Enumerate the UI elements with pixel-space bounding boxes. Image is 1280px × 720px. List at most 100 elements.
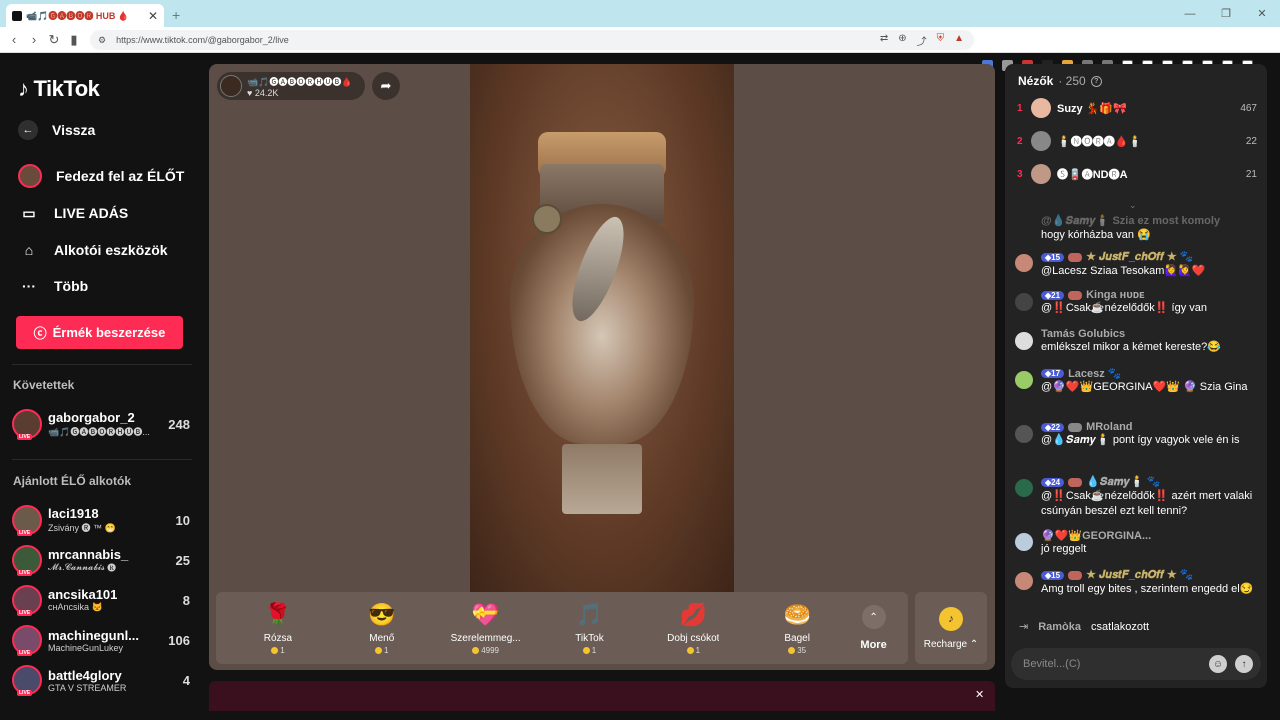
avatar: LIVE	[12, 665, 42, 696]
chat-message: ◆21 Kinga ʜᴜᴅᴇ @‼️Csak☕nézelődők‼️ így va…	[1015, 289, 1255, 316]
get-coins-button[interactable]: ⓒ Érmék beszerzése	[16, 316, 183, 349]
fan-badge-icon	[1068, 290, 1083, 300]
chat-input-wrapper: ☺ ↑	[1011, 648, 1261, 680]
recommended-item[interactable]: LIVE ancsika101 ᴄнAncsika 😾 8	[12, 583, 190, 617]
top-viewer-row[interactable]: 1 Suzy 💃🎁🎀 467	[1017, 97, 1257, 119]
close-tab-icon[interactable]: ✕	[148, 9, 158, 23]
restore-icon[interactable]: ❐	[1208, 7, 1244, 20]
avatar-icon	[18, 164, 42, 188]
divider	[12, 364, 192, 365]
close-banner-icon[interactable]: ✕	[975, 688, 984, 701]
host-name: 📹🎵🅖🅐🅑🅞🅡🅗🅤🅑🩸	[247, 76, 353, 87]
tiktok-gift-icon: 🎵	[575, 602, 604, 627]
avatar[interactable]	[1015, 425, 1033, 443]
back-icon[interactable]: ‹	[4, 32, 24, 47]
nav-live[interactable]: ▭ LIVE ADÁS	[18, 202, 128, 224]
gift-item[interactable]: 🎵 TikTok 1	[538, 601, 642, 655]
avatar[interactable]	[1015, 479, 1033, 497]
bookmark-icon[interactable]: ▮	[64, 32, 84, 48]
camera-icon: ▭	[22, 204, 36, 221]
following-title: Követettek	[13, 378, 75, 392]
bagel-icon: 🥯	[783, 602, 811, 627]
live-video[interactable]	[470, 64, 734, 592]
url-box[interactable]: ⚙ https://www.tiktok.com/@gaborgabor_2/l…	[90, 30, 974, 50]
translate-icon[interactable]: ⇄	[880, 33, 888, 48]
viewers-header[interactable]: Nézők · 250 ?	[1018, 74, 1102, 88]
site-info-icon[interactable]: ⚙	[98, 35, 106, 46]
avatar[interactable]	[1015, 332, 1033, 350]
chat-message: ◆17 Lacesz 🐾 @🔮❤️👑GEORGINA❤️👑 🔮 Szia Gina	[1015, 367, 1255, 395]
avatar[interactable]	[1015, 293, 1033, 311]
reload-icon[interactable]: ↻	[44, 32, 64, 48]
jar-base-shape	[562, 444, 642, 514]
browser-tab[interactable]: 📹🎵🅖🅐🅑🅞🅡 HUB 🩸 ✕	[6, 4, 164, 27]
chat-message: ◆24 💧𝑺𝒂𝒎𝒚🕯️ 🐾 @‼️Csak☕nézelődők‼️ azért m…	[1015, 475, 1255, 519]
nav-explore-live[interactable]: Fedezd fel az ÉLŐT	[18, 164, 184, 188]
nav-back[interactable]: ← Vissza	[18, 120, 95, 140]
zoom-icon[interactable]: ⊕	[898, 33, 906, 48]
sunglasses-icon: 😎	[368, 602, 396, 627]
info-icon[interactable]: ?	[1090, 75, 1102, 87]
close-window-icon[interactable]: ✕	[1244, 7, 1280, 20]
avatar[interactable]	[1015, 254, 1033, 272]
avatar[interactable]	[1015, 572, 1033, 590]
nav-creator-tools[interactable]: ⌂ Alkotói eszközök	[18, 239, 168, 261]
host-info[interactable]: 📹🎵🅖🅐🅑🅞🅡🅗🅤🅑🩸 ♥ 24.2K	[217, 72, 365, 100]
gift-item[interactable]: 💝 Szerelemmeg... 4999	[434, 601, 538, 655]
share-icon[interactable]: ➦	[372, 72, 400, 100]
avatar[interactable]	[1015, 533, 1033, 551]
gift-item[interactable]: 😎 Menő 1	[330, 601, 434, 655]
avatar	[1031, 131, 1051, 151]
tiktok-logo[interactable]: ♪ TikTok	[18, 76, 100, 102]
share-icon[interactable]: ⤴	[917, 33, 927, 48]
top-viewer-row[interactable]: 2 🕯️🅝🅞🅡🅐🩸🕯️ 22	[1017, 130, 1257, 152]
kiss-icon: 💋	[679, 602, 707, 627]
recommended-item[interactable]: LIVE battle4glory GTA V STREAMER 4	[12, 663, 190, 697]
arrow-left-icon: ←	[18, 120, 38, 140]
bottom-banner	[209, 681, 995, 711]
avatar[interactable]	[1015, 371, 1033, 389]
more-gifts-button[interactable]: ⌃ More	[849, 605, 898, 651]
coin-icon	[582, 647, 590, 654]
address-bar: ‹ › ↻ ▮ ⚙ https://www.tiktok.com/@gaborg…	[0, 27, 1280, 71]
extension-shield-icon[interactable]: ⛨	[937, 33, 945, 48]
gift-item[interactable]: 🌹 Rózsa 1	[226, 601, 330, 655]
nav-more[interactable]: ··· Több	[18, 275, 88, 297]
forward-icon[interactable]: ›	[24, 32, 44, 47]
divider	[12, 459, 192, 460]
coin-icon	[375, 647, 383, 654]
chevron-down-icon[interactable]: ⌄	[1129, 200, 1137, 211]
chat-panel: Nézők · 250 ? 1 Suzy 💃🎁🎀 467 2 🕯️🅝🅞🅡🅐🩸🕯️…	[1005, 64, 1267, 688]
top-viewer-row[interactable]: 3 🅢🪫🅐ND🅡A 21	[1017, 163, 1257, 185]
recharge-button[interactable]: ♪ Recharge ⌃	[915, 592, 987, 664]
level-badge: ◆15	[1041, 252, 1065, 262]
coin-icon	[788, 647, 796, 654]
emoji-icon[interactable]: ☺	[1209, 655, 1227, 673]
coin-icon	[271, 647, 279, 654]
chat-message: 🔮❤️👑GEORGINA... jó reggelt	[1015, 529, 1255, 557]
gift-item[interactable]: 🥯 Bagel 35	[745, 601, 849, 655]
following-item[interactable]: LIVE gaborgabor_2 📹🎵🅖🅐🅑🅞🅡🅗🅤🅑... 248	[12, 407, 190, 441]
host-avatar	[220, 75, 242, 97]
recommended-title: Ajánlott ÉLŐ alkotók	[13, 474, 132, 488]
gift-item[interactable]: 💋 Dobj csókot 1	[641, 601, 745, 655]
chat-message: ◆15 ★ 𝑱𝒖𝒔𝒕𝑭_𝒄𝒉𝑶𝒇𝒇 ★ 🐾 Amg troll egy bites…	[1015, 568, 1255, 597]
url-text: https://www.tiktok.com/@gaborgabor_2/liv…	[116, 35, 289, 45]
send-icon[interactable]: ↑	[1235, 655, 1253, 673]
recommended-item[interactable]: LIVE mrcannabis_ 𝓜𝓻.𝓒𝓪𝓷𝓷𝓪𝓫𝓲𝓼 🅡 25	[12, 543, 190, 577]
chat-input[interactable]	[1023, 658, 1209, 670]
recommended-item[interactable]: LIVE machinegunl... MachineGunLukey 106	[12, 623, 190, 657]
extension-triangle-icon[interactable]: ▲	[954, 33, 964, 48]
minimize-icon[interactable]: —	[1172, 8, 1208, 20]
avatar: LIVE	[12, 625, 42, 656]
host-likes: ♥ 24.2K	[247, 87, 279, 98]
creator-tools-icon: ⌂	[24, 242, 34, 258]
recommended-item[interactable]: LIVE laci1918 Zsivány 🅡 ™ 😁 10	[12, 503, 190, 537]
fan-badge-icon	[1068, 570, 1083, 580]
new-tab-icon[interactable]: +	[172, 7, 180, 23]
level-badge: ◆17	[1041, 369, 1065, 378]
level-badge: ◆15	[1041, 570, 1065, 580]
avatar	[1031, 164, 1051, 184]
chat-message: Tamás Golubics emlékszel mikor a kémet k…	[1015, 328, 1255, 355]
tiktok-note-icon: ♪	[18, 76, 29, 101]
